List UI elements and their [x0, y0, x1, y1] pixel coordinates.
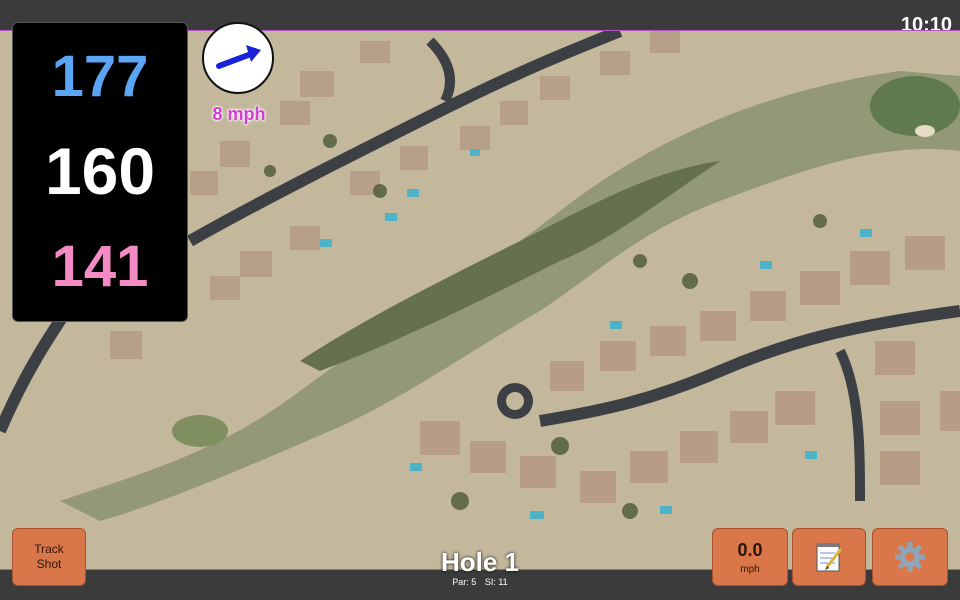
arrow-right-up-icon — [216, 45, 261, 69]
stroke-index-label: SI: 11 — [484, 577, 508, 587]
notes-button[interactable] — [792, 528, 866, 586]
speed-unit: mph — [740, 563, 760, 575]
hole-details: Par: 5 SI: 11 — [380, 576, 580, 588]
back-yardage: 177 — [51, 44, 149, 109]
hole-title: Hole 1 — [440, 547, 520, 577]
front-yardage: 141 — [51, 234, 149, 299]
hole-info: Hole 1 Par: 5 SI: 11 — [380, 548, 580, 588]
track-shot-button[interactable]: Track Shot — [12, 528, 86, 586]
speed-value: 0.0 — [737, 539, 763, 560]
speed-button[interactable]: 0.0 mph — [712, 528, 788, 586]
gear-icon — [895, 542, 925, 572]
wind-direction-indicator[interactable] — [202, 22, 274, 94]
settings-button[interactable] — [872, 528, 948, 586]
notepad-icon — [816, 543, 843, 572]
track-shot-label-line1: Track — [34, 542, 64, 556]
track-shot-label-line2: Shot — [36, 557, 62, 571]
center-yardage: 160 — [44, 134, 156, 208]
yardage-panel: 177 160 141 — [12, 22, 188, 322]
wind-speed-label: 8 mph — [212, 104, 266, 124]
par-label: Par: 5 — [452, 577, 477, 587]
